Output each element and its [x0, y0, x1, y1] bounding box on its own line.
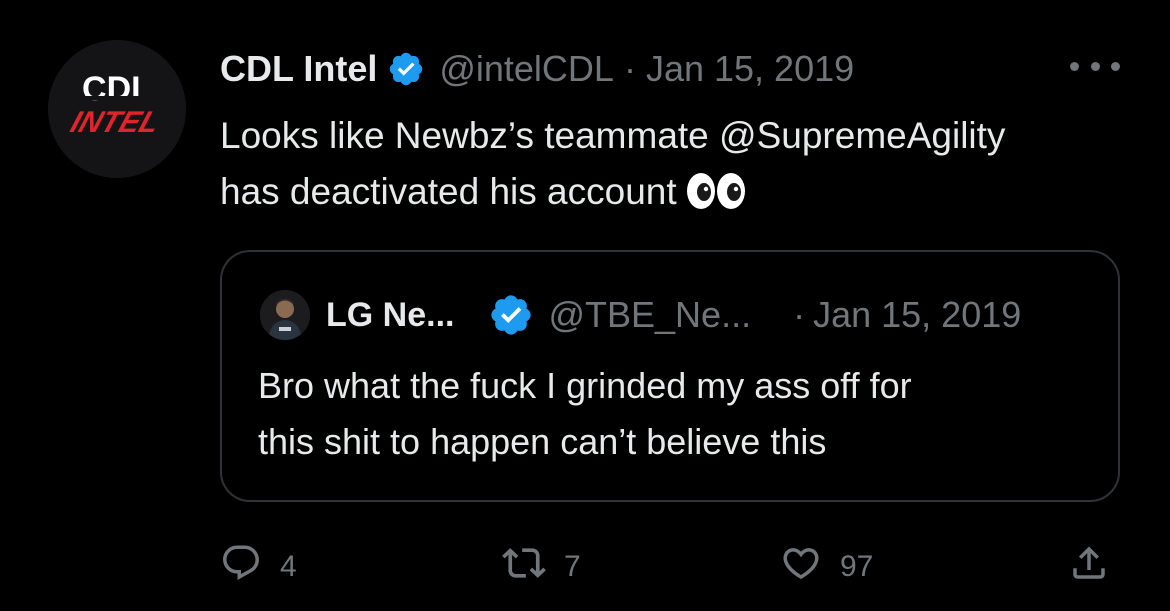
- more-dot: [1090, 61, 1100, 71]
- separator-dot: ·: [623, 48, 636, 89]
- author-display-name[interactable]: CDL Intel: [220, 48, 377, 90]
- tweet-text-line-2: has deactivated his account: [220, 164, 1140, 226]
- more-dot: [1111, 61, 1120, 71]
- reply-icon: [220, 542, 262, 592]
- retweet-button[interactable]: 7: [502, 540, 581, 594]
- like-count: 97: [840, 550, 874, 583]
- eyes-emoji: [685, 170, 747, 226]
- quoted-tweet-header: LG Ne... @TBE_Ne... · Jan 15, 2019: [326, 290, 1021, 340]
- heart-icon: [780, 542, 822, 592]
- reply-count: 4: [280, 550, 297, 583]
- tweet-actions: 4 7 97: [220, 540, 1120, 594]
- like-button[interactable]: 97: [780, 540, 873, 594]
- author-avatar[interactable]: CDL INTEL: [48, 40, 186, 178]
- retweet-icon: [502, 541, 546, 593]
- quoted-author-avatar[interactable]: [260, 290, 310, 340]
- share-icon: [1068, 542, 1110, 592]
- tweet-header: CDL Intel @intelCDL · Jan 15, 2019: [220, 44, 854, 94]
- more-dot: [1070, 61, 1079, 71]
- quoted-tweet-text-line: this shit to happen can’t believe this: [258, 421, 827, 462]
- tweet-text: Looks like Newbz’s teammate @SupremeAgil…: [220, 108, 1140, 226]
- logo-text-intel: INTEL: [67, 105, 165, 139]
- quoted-author-display-name[interactable]: LG Ne...: [326, 296, 454, 335]
- share-button[interactable]: [1068, 540, 1110, 594]
- separator-dot: ·: [793, 294, 806, 335]
- tweet-date[interactable]: Jan 15, 2019: [646, 48, 854, 90]
- quoted-author-handle[interactable]: @TBE_Ne...: [548, 294, 751, 336]
- verified-badge-icon: [488, 292, 534, 338]
- more-icon[interactable]: [1070, 56, 1120, 76]
- reply-button[interactable]: 4: [220, 540, 297, 594]
- logo-text-cdl: CDL: [82, 70, 152, 108]
- quoted-tweet[interactable]: LG Ne... @TBE_Ne... · Jan 15, 2019 Bro w…: [220, 250, 1120, 502]
- verified-badge-icon: [387, 50, 425, 88]
- author-handle[interactable]: @intelCDL: [439, 48, 614, 90]
- tweet-text-line: Looks like Newbz’s teammate @SupremeAgil…: [220, 115, 1006, 156]
- quoted-tweet-date[interactable]: Jan 15, 2019: [813, 294, 1021, 336]
- quoted-tweet-text: Bro what the fuck I grinded my ass off f…: [258, 358, 1098, 470]
- retweet-count: 7: [564, 550, 581, 583]
- cdl-intel-logo: CDL INTEL: [48, 40, 186, 178]
- tweet-text-line: has deactivated his account: [220, 171, 677, 212]
- tweet[interactable]: CDL INTEL CDL Intel @intelCDL · Jan 15, …: [0, 0, 1170, 611]
- quoted-tweet-text-line: Bro what the fuck I grinded my ass off f…: [258, 365, 912, 406]
